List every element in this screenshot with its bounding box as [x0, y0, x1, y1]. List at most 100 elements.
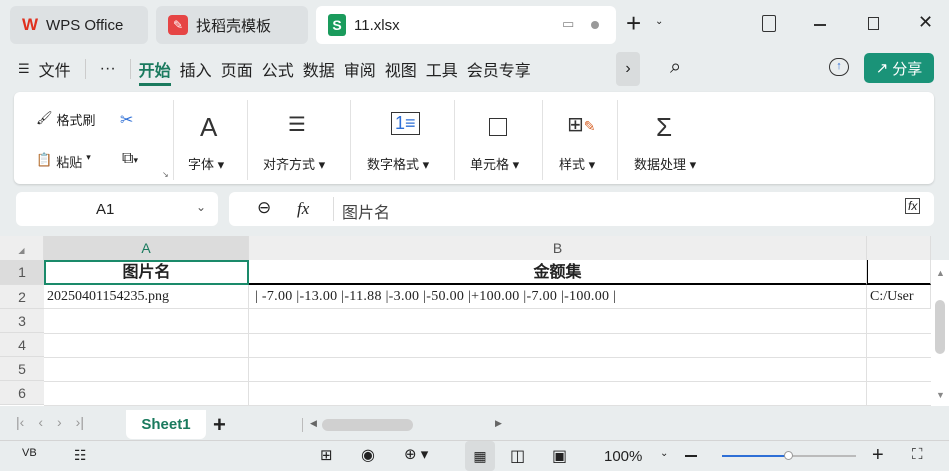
next-sheet-icon[interactable]: ›: [57, 414, 62, 430]
menu-item-insert[interactable]: 插入: [180, 57, 212, 81]
column-header-b[interactable]: B: [249, 236, 867, 260]
row-header-6[interactable]: 6: [0, 381, 44, 405]
chevron-down-icon[interactable]: ⌄: [196, 200, 206, 214]
format-painter-icon: 🖌: [36, 110, 53, 125]
menu-file[interactable]: 文件: [39, 57, 71, 81]
scroll-right-icon[interactable]: ▶: [495, 418, 502, 429]
zoom-cell-icon[interactable]: ⊖: [257, 198, 271, 218]
add-sheet-icon[interactable]: +: [213, 412, 226, 438]
align-group: ☰ 对齐方式 ▾: [248, 100, 351, 180]
function-wizard-icon[interactable]: fx: [905, 198, 921, 214]
formula-input[interactable]: 图片名: [342, 199, 390, 223]
search-icon[interactable]: ⌕: [670, 56, 681, 79]
sheet-tab-sheet1[interactable]: Sheet1: [126, 410, 206, 439]
prev-sheet-icon[interactable]: ‹: [38, 414, 43, 430]
paste-button[interactable]: 📋 粘贴 ▾: [36, 152, 91, 171]
cell-button[interactable]: 单元格 ▾: [470, 154, 519, 173]
style-group: ⊞✎ 样式 ▾: [543, 100, 618, 180]
minimize-icon[interactable]: [814, 24, 826, 26]
cell-a2[interactable]: 20250401154235.png: [44, 285, 249, 309]
select-all-corner[interactable]: ◢: [0, 236, 44, 260]
page-break-view-icon[interactable]: ◫: [510, 446, 525, 466]
cell-group: 单元格 ▾: [455, 100, 543, 180]
menu-item-data[interactable]: 数据: [303, 57, 335, 81]
font-button[interactable]: 字体 ▾: [188, 154, 224, 173]
cell-b1[interactable]: 金额集: [249, 260, 867, 285]
name-box[interactable]: A1 ⌄: [16, 192, 218, 226]
ribbon-toolbar: 🖌 格式刷 ✂ 📋 粘贴 ▾ ⧉▾ ↘ A 字体 ▾ ☰ 对齐方式 ▾ 1≡ 数字格式…: [14, 92, 934, 184]
zoom-slider-handle[interactable]: [784, 451, 793, 460]
fx-icon[interactable]: fx: [297, 199, 309, 219]
column-header-a[interactable]: A: [44, 236, 249, 260]
style-button[interactable]: 样式 ▾: [559, 154, 595, 173]
name-box-value: A1: [96, 201, 115, 218]
more-menu-arrow-icon[interactable]: ›: [616, 52, 640, 86]
menu-item-start[interactable]: 开始: [138, 53, 171, 86]
row-header-5[interactable]: 5: [0, 357, 44, 381]
zoom-level[interactable]: 100%: [604, 448, 642, 465]
row-header-1[interactable]: 1: [0, 260, 44, 285]
column-header-c[interactable]: [867, 236, 931, 260]
zoom-in-icon[interactable]: +: [872, 444, 884, 467]
reading-view-icon[interactable]: ▣: [552, 446, 567, 466]
zoom-out-icon[interactable]: [685, 455, 697, 457]
vertical-scrollbar[interactable]: ▲ ▼: [931, 260, 949, 406]
cloud-upload-icon[interactable]: ↑: [829, 58, 849, 76]
macro-icon[interactable]: VB: [22, 447, 37, 459]
restore-window-icon[interactable]: [762, 15, 776, 32]
close-icon[interactable]: ✕: [918, 12, 933, 33]
hamburger-icon[interactable]: ☰: [18, 61, 30, 77]
first-sheet-icon[interactable]: |‹: [16, 414, 24, 430]
row-header-3[interactable]: 3: [0, 309, 44, 333]
chevron-down-icon[interactable]: ⌄: [655, 16, 663, 27]
row-header-2[interactable]: 2: [0, 285, 44, 309]
cell-b2[interactable]: | -7.00 |-13.00 |-11.88 |-3.00 |-50.00 |…: [249, 285, 867, 309]
cell-c1[interactable]: [867, 260, 931, 285]
align-button[interactable]: 对齐方式 ▾: [263, 154, 325, 173]
freeze-icon[interactable]: ⊕ ▾: [404, 445, 428, 463]
copy-icon[interactable]: ⧉▾: [122, 150, 138, 168]
menu-item-page[interactable]: 页面: [221, 57, 253, 81]
row-header-4[interactable]: 4: [0, 333, 44, 357]
last-sheet-icon[interactable]: ›|: [76, 414, 84, 430]
share-button[interactable]: ↗ 分享: [864, 53, 934, 83]
fullscreen-icon[interactable]: ⛶: [912, 446, 923, 463]
zoom-slider[interactable]: [722, 451, 856, 460]
cell-c2[interactable]: C:/User: [867, 285, 931, 309]
sheet-list-icon[interactable]: ☷: [74, 447, 87, 464]
new-tab-icon[interactable]: +: [626, 8, 641, 39]
menu-item-tools[interactable]: 工具: [426, 57, 458, 81]
divider: [333, 197, 334, 221]
tab-docer[interactable]: ✎ 找稻壳模板: [156, 6, 308, 44]
share-icon: ↗: [875, 60, 889, 77]
scrollbar-thumb[interactable]: [935, 300, 945, 354]
normal-view-icon[interactable]: ▦: [465, 441, 495, 471]
maximize-icon[interactable]: [868, 17, 879, 30]
data-processing-button[interactable]: 数据处理 ▾: [634, 154, 696, 173]
menu-more[interactable]: ···: [100, 60, 116, 78]
cut-icon[interactable]: ✂: [120, 110, 133, 130]
divider: [129, 59, 131, 79]
scroll-left-icon[interactable]: ◀: [310, 418, 317, 429]
tab-label: WPS Office: [46, 16, 124, 34]
cell-a1[interactable]: 图片名: [44, 260, 249, 285]
unsaved-dot-icon: [591, 21, 599, 29]
chevron-down-icon[interactable]: ⌄: [660, 448, 668, 459]
menu-item-formula[interactable]: 公式: [262, 57, 294, 81]
tab-wps-office[interactable]: W WPS Office: [10, 6, 148, 44]
protect-sheet-icon[interactable]: ⊞: [320, 446, 333, 464]
spreadsheet-icon: S: [328, 14, 346, 36]
menu-bar: ☰ 文件 ··· 开始 插入 页面 公式 数据 审阅 视图 工具 会员专享: [18, 52, 540, 86]
horizontal-scrollbar[interactable]: [322, 419, 413, 431]
menu-item-view[interactable]: 视图: [385, 57, 417, 81]
dialog-launcher-icon[interactable]: ↘: [162, 170, 169, 179]
tab-11-xlsx[interactable]: S 11.xlsx ▭: [316, 6, 616, 44]
menu-item-member[interactable]: 会员专享: [467, 57, 531, 81]
format-painter-button[interactable]: 🖌 格式刷: [36, 110, 96, 129]
monitor-icon[interactable]: ▭: [562, 16, 574, 32]
data-processing-group: Σ 数据处理 ▾: [618, 100, 718, 180]
number-format-button[interactable]: 数字格式 ▾: [367, 154, 429, 173]
eye-protect-icon[interactable]: ◉: [361, 445, 375, 465]
menu-item-review[interactable]: 审阅: [344, 57, 376, 81]
divider: [84, 59, 86, 79]
